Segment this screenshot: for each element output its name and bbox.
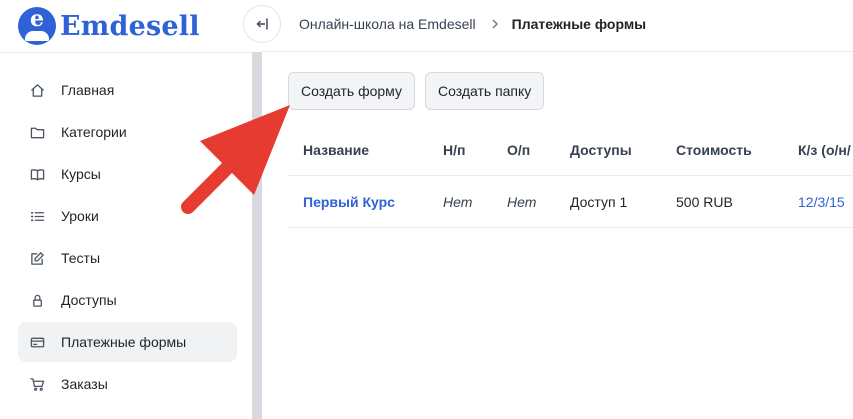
column-header-op[interactable]: О/п [492,142,555,158]
cell-access: Доступ 1 [570,193,628,210]
book-icon [29,166,45,182]
lock-icon [29,292,45,308]
sidebar-item-access[interactable]: Доступы [18,280,237,320]
top-header: Онлайн-школа на Emdesell Платежные формы [262,0,853,52]
cell-op: Нет [507,193,537,210]
sidebar-item-label: Главная [61,82,115,98]
main-content: Создать форму Создать папку Название Н/п… [262,52,853,419]
cell-np: Нет [443,193,473,210]
breadcrumb-current-page: Платежные формы [511,16,647,32]
collapse-left-icon [256,18,268,30]
column-header-np[interactable]: Н/п [428,142,492,158]
chevron-right-icon [490,19,500,29]
sidebar-item-label: Платежные формы [61,334,187,350]
table-header: Название Н/п О/п Доступы Стоимость К/з (… [288,124,853,176]
annotation-arrow-icon [181,105,290,214]
breadcrumb: Онлайн-школа на Emdesell Платежные формы [299,0,646,48]
brand-logo[interactable]: e Emdesell [18,6,200,46]
column-header-name[interactable]: Название [288,142,428,158]
cell-kz-link[interactable]: 12/3/15 [783,194,853,210]
sidebar-item-label: Уроки [61,208,99,224]
column-header-kz[interactable]: К/з (о/н/ [783,142,853,158]
list-icon [29,208,45,224]
create-folder-button[interactable]: Создать папку [424,72,545,110]
logo-mark-icon: e [18,7,56,45]
collapse-sidebar-button[interactable] [243,5,281,43]
sidebar-item-label: Доступы [61,292,117,308]
sidebar-item-label: Заказы [61,376,108,392]
folder-icon [29,124,45,140]
toolbar: Создать форму Создать папку [288,72,554,110]
cell-price: 500 RUB [676,193,733,210]
edit-icon [29,250,45,266]
create-form-button[interactable]: Создать форму [288,72,415,110]
breadcrumb-school-link[interactable]: Онлайн-школа на Emdesell [299,16,476,32]
sidebar-divider [0,52,252,53]
cart-icon [29,376,45,392]
sidebar-item-label: Категории [61,124,127,140]
credit-card-icon [29,334,45,350]
sidebar-item-label: Тесты [61,250,101,266]
home-icon [29,82,45,98]
table-row[interactable]: Первый Курс Нет Нет Доступ 1 500 RUB 12/… [288,176,853,228]
sidebar-item-orders[interactable]: Заказы [18,364,237,404]
payment-forms-table: Название Н/п О/п Доступы Стоимость К/з (… [288,124,853,228]
form-name-link[interactable]: Первый Курс [288,194,428,210]
sidebar-item-payment-forms[interactable]: Платежные формы [18,322,237,362]
sidebar-item-tests[interactable]: Тесты [18,238,237,278]
column-header-price[interactable]: Стоимость [661,142,783,158]
column-header-access[interactable]: Доступы [555,142,661,158]
sidebar-item-label: Курсы [61,166,101,182]
brand-name: Emdesell [60,10,200,42]
